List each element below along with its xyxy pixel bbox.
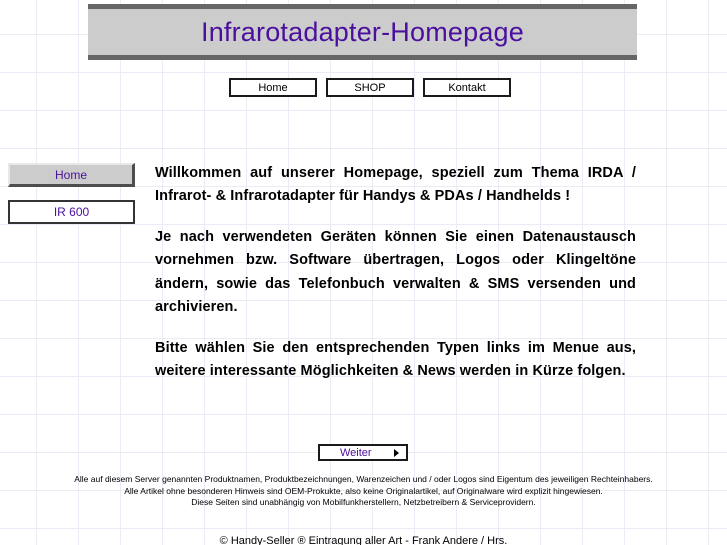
sidebar-item-home[interactable]: Home (8, 163, 135, 187)
triangle-right-icon (394, 448, 399, 457)
instructions-paragraph: Bitte wählen Sie den entsprechenden Type… (155, 339, 636, 380)
sidebar-item-ir600[interactable]: IR 600 (8, 200, 135, 224)
topnav-item-kontakt[interactable]: Kontakt (423, 78, 511, 97)
page-title: Infrarotadapter-Homepage (201, 16, 524, 47)
footer-line-1: Alle auf diesem Server genannten Produkt… (74, 474, 653, 484)
weiter-button-container: Weiter (318, 444, 408, 461)
topnav-item-home-label: Home (258, 81, 288, 94)
topnav-item-home[interactable]: Home (229, 78, 317, 97)
features-paragraph: Je nach verwendeten Geräten können Sie e… (155, 228, 636, 316)
main-content: Willkommen auf unserer Homepage, speziel… (155, 162, 636, 384)
sidebar-item-ir600-label: IR 600 (53, 205, 90, 219)
footer-line-3: Diese Seiten sind unabhängig von Mobilfu… (191, 497, 536, 508)
weiter-button-label: Weiter (340, 446, 372, 459)
intro-paragraph: Willkommen auf unserer Homepage, speziel… (155, 165, 636, 205)
site-header-banner: Infrarotadapter-Homepage (88, 4, 637, 60)
footer-copyright-line: © Handy-Seller ® Eintragung aller Art - … (219, 535, 508, 545)
topnav-item-shop[interactable]: SHOP (326, 78, 414, 97)
sidebar-item-home-label: Home (54, 167, 87, 182)
weiter-button[interactable]: Weiter (318, 444, 408, 461)
top-navigation: Home SHOP Kontakt (229, 78, 511, 97)
footer-line-2: Alle Artikel ohne besonderen Hinweis sin… (124, 485, 603, 496)
footer-disclaimer: Alle auf diesem Server genannten Produkt… (0, 474, 727, 509)
topnav-item-kontakt-label: Kontakt (448, 81, 486, 94)
sidebar-navigation: Home IR 600 (8, 163, 135, 237)
topnav-item-shop-label: SHOP (354, 81, 386, 94)
